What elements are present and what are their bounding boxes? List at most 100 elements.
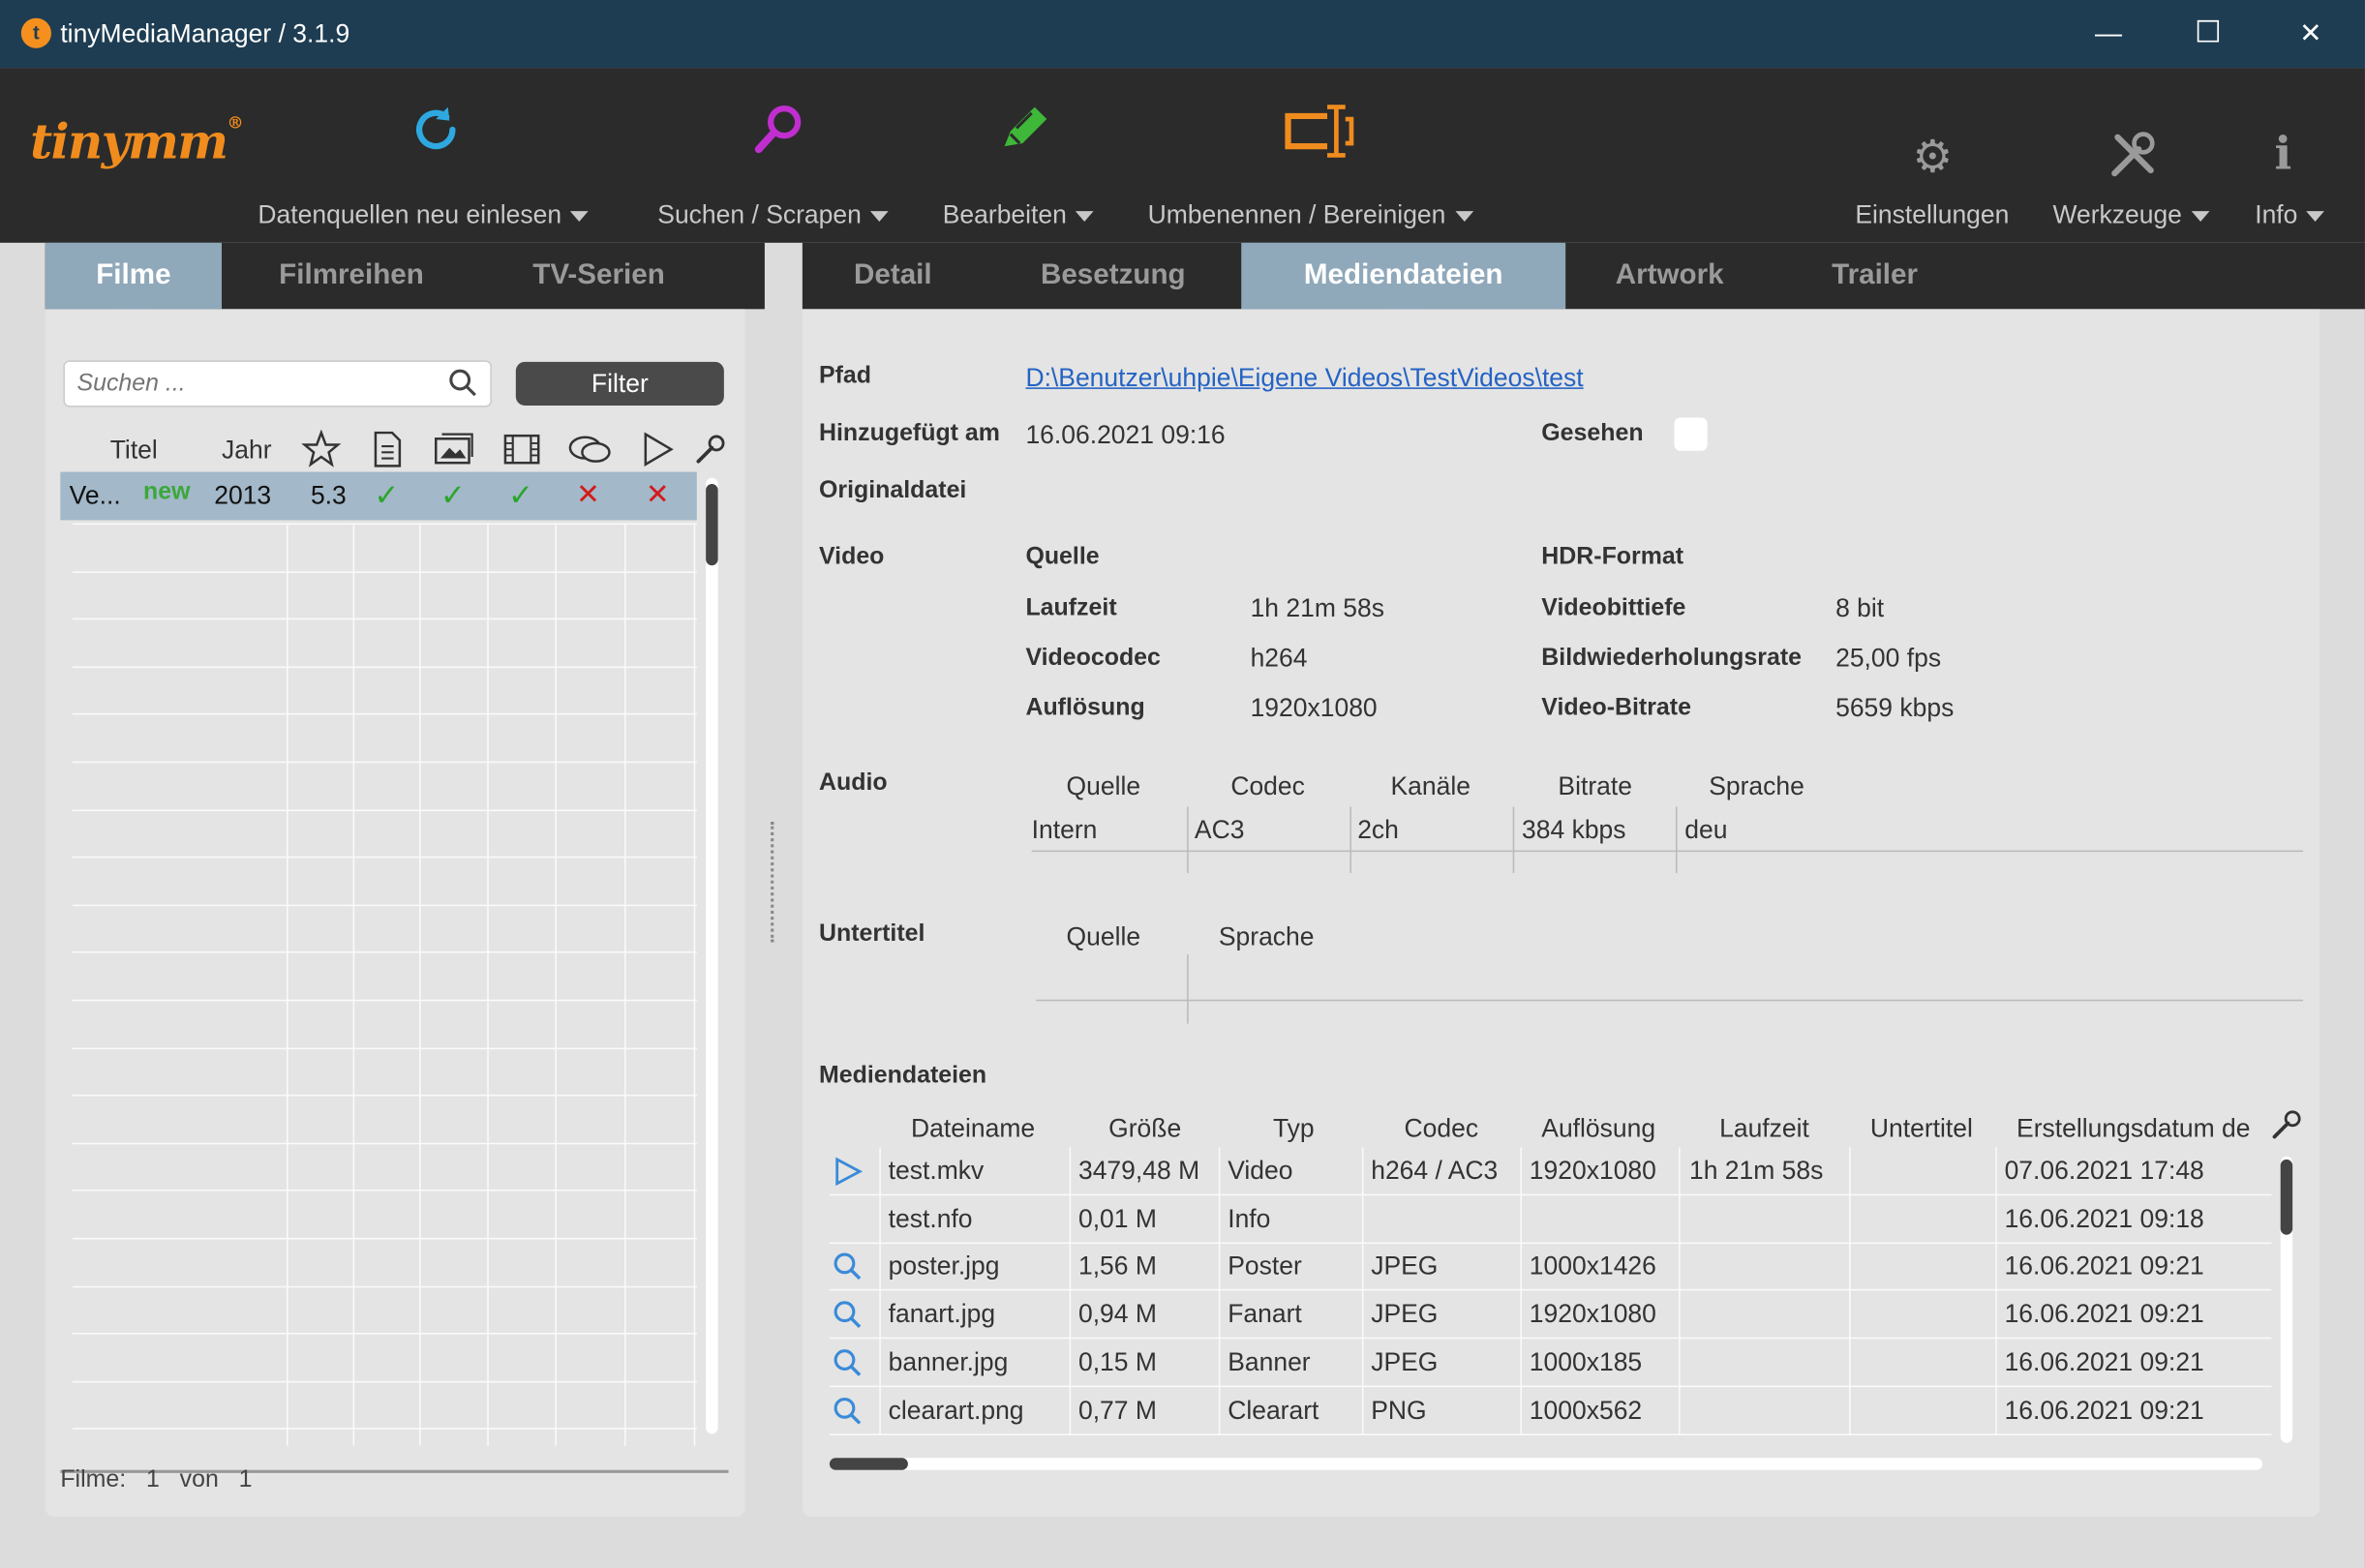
mf-filename-cell: clearart.png bbox=[888, 1395, 1024, 1425]
table-row[interactable]: poster.jpg 1,56 M Poster JPEG 1000x1426 16.06… bbox=[829, 1243, 2272, 1291]
mediafiles-hscrollbar[interactable] bbox=[829, 1458, 2263, 1470]
grid-row-line bbox=[72, 523, 697, 526]
tab-mediafiles[interactable]: Mediendateien bbox=[1241, 242, 1566, 329]
tab-movie-sets[interactable]: Filmreihen bbox=[246, 243, 457, 310]
wrench-icon[interactable] bbox=[694, 433, 727, 475]
wrench-icon[interactable] bbox=[2270, 1108, 2303, 1149]
table-row[interactable]: fanart.jpg 0,94 M Fanart JPEG 1920x1080 16.06… bbox=[829, 1290, 2272, 1340]
path-link[interactable]: D:\Benutzer\uhpie\Eigene Videos\TestVide… bbox=[1025, 363, 1583, 393]
watched-checkbox[interactable] bbox=[1674, 417, 1708, 451]
edit-icon[interactable] bbox=[995, 101, 1052, 170]
maximize-button[interactable]: ☐ bbox=[2173, 12, 2243, 54]
bitdepth-value: 8 bit bbox=[1835, 593, 1885, 623]
grid-column-line bbox=[1361, 1243, 1364, 1291]
audio-header-codec[interactable]: Codec bbox=[1230, 772, 1305, 802]
table-row[interactable]: clearart.png 0,77 M Clearart PNG 1000x562 16.… bbox=[829, 1386, 2272, 1435]
grid-column-line bbox=[1361, 1338, 1364, 1387]
audio-label: Audio bbox=[818, 769, 888, 797]
mf-header-creation-date[interactable]: Erstellungsdatum de bbox=[2016, 1114, 2250, 1144]
update-sources-button[interactable]: Datenquellen neu einlesen bbox=[258, 200, 590, 230]
mf-type-cell: Fanart bbox=[1228, 1299, 1302, 1329]
nfo-file-icon[interactable] bbox=[371, 430, 404, 472]
search-icon[interactable] bbox=[833, 1251, 863, 1291]
grid-column-line bbox=[1218, 1386, 1221, 1435]
search-icon[interactable] bbox=[833, 1396, 863, 1435]
resolution-label: Auflösung bbox=[1025, 695, 1145, 721]
info-button[interactable]: Info bbox=[2255, 200, 2325, 230]
info-icon[interactable]: i bbox=[2274, 128, 2291, 181]
star-icon[interactable] bbox=[301, 429, 342, 472]
mf-header-subtitles[interactable]: Untertitel bbox=[1870, 1114, 1973, 1144]
edit-button[interactable]: Bearbeiten bbox=[943, 200, 1094, 230]
scrollbar-thumb[interactable] bbox=[829, 1458, 908, 1470]
scrollbar-thumb[interactable] bbox=[706, 484, 718, 566]
mf-filename-cell: poster.jpg bbox=[888, 1251, 1000, 1282]
chevron-down-icon bbox=[1076, 211, 1094, 223]
play-icon[interactable] bbox=[640, 430, 676, 472]
grid-column-line bbox=[1069, 1194, 1072, 1244]
search-scrape-icon[interactable] bbox=[751, 101, 808, 170]
mf-header-runtime[interactable]: Laufzeit bbox=[1719, 1114, 1809, 1144]
table-row[interactable]: banner.jpg 0,15 M Banner JPEG 1000x185 16.06.… bbox=[829, 1338, 2272, 1387]
subtitle-icon[interactable] bbox=[567, 433, 613, 475]
mf-header-codec[interactable]: Codec bbox=[1404, 1114, 1478, 1144]
close-button[interactable]: ✕ bbox=[2276, 12, 2346, 54]
grid-column-line bbox=[352, 523, 355, 1446]
mf-filename-cell: fanart.jpg bbox=[888, 1299, 996, 1329]
search-input[interactable] bbox=[76, 361, 440, 407]
tab-detail[interactable]: Detail bbox=[827, 243, 959, 310]
tab-trailer[interactable]: Trailer bbox=[1806, 243, 1942, 310]
refresh-icon[interactable] bbox=[408, 101, 465, 170]
mf-size-cell: 0,94 M bbox=[1077, 1299, 1157, 1329]
window-title: tinyMediaManager / 3.1.9 bbox=[60, 19, 350, 48]
scrollbar-thumb[interactable] bbox=[2280, 1159, 2293, 1235]
tools-icon[interactable] bbox=[2108, 132, 2157, 192]
image-icon[interactable] bbox=[433, 433, 475, 475]
film-strip-icon[interactable] bbox=[502, 433, 542, 475]
mediafiles-vscrollbar[interactable] bbox=[2280, 1156, 2293, 1443]
filter-button[interactable]: Filter bbox=[515, 361, 724, 407]
play-icon[interactable] bbox=[833, 1157, 864, 1196]
tools-button[interactable]: Werkzeuge bbox=[2052, 200, 2209, 230]
audio-header-channels[interactable]: Kanäle bbox=[1390, 772, 1470, 802]
mf-header-filename[interactable]: Dateiname bbox=[911, 1114, 1035, 1144]
tab-tv-shows[interactable]: TV-Serien bbox=[498, 243, 700, 310]
audio-header-source[interactable]: Quelle bbox=[1067, 772, 1141, 802]
audio-header-language[interactable]: Sprache bbox=[1709, 772, 1804, 802]
gear-icon[interactable]: ⚙ bbox=[1913, 132, 1954, 185]
settings-button[interactable]: Einstellungen bbox=[1855, 200, 2009, 230]
movie-list-scrollbar[interactable] bbox=[706, 477, 718, 1434]
subtitle-header-source[interactable]: Quelle bbox=[1067, 922, 1141, 952]
grid-column-line bbox=[1218, 1338, 1221, 1387]
grid-column-line bbox=[1849, 1194, 1851, 1244]
mf-type-cell: Info bbox=[1228, 1204, 1271, 1233]
table-row[interactable]: test.mkv 3479,48 M Video h264 / AC3 1920x108… bbox=[829, 1147, 2272, 1196]
grid-column-line bbox=[1679, 1243, 1681, 1291]
tab-artwork[interactable]: Artwork bbox=[1594, 243, 1745, 310]
mf-size-cell: 0,15 M bbox=[1077, 1347, 1157, 1376]
search-icon[interactable] bbox=[448, 368, 478, 398]
mf-header-resolution[interactable]: Auflösung bbox=[1541, 1114, 1655, 1144]
mf-header-type[interactable]: Typ bbox=[1273, 1114, 1315, 1144]
path-label: Pfad bbox=[818, 363, 872, 389]
subtitle-header-language[interactable]: Sprache bbox=[1219, 922, 1315, 952]
audio-header-bitrate[interactable]: Bitrate bbox=[1558, 772, 1632, 802]
grid-column-line bbox=[1995, 1386, 1997, 1435]
table-row[interactable]: test.nfo 0,01 M Info 16.06.2021 09:18 bbox=[829, 1194, 2272, 1244]
movie-table-grid bbox=[72, 523, 697, 1446]
search-icon[interactable] bbox=[833, 1300, 863, 1340]
mf-filename-cell: test.mkv bbox=[888, 1156, 985, 1186]
rename-cleanup-button[interactable]: Umbenennen / Bereinigen bbox=[1148, 200, 1473, 230]
audio-source-cell: Intern bbox=[1031, 815, 1098, 845]
search-scrape-button[interactable]: Suchen / Scrapen bbox=[657, 200, 889, 230]
table-row[interactable]: Ve... new 2013 5.3 ✓ ✓ ✓ ✕ ✕ bbox=[60, 471, 697, 521]
rename-icon[interactable] bbox=[1282, 104, 1357, 173]
tab-movies[interactable]: Filme bbox=[45, 242, 223, 329]
tab-cast[interactable]: Besetzung bbox=[1014, 243, 1213, 310]
search-field[interactable] bbox=[63, 360, 492, 407]
panel-splitter[interactable] bbox=[771, 821, 776, 943]
minimize-button[interactable]: — bbox=[2074, 12, 2143, 54]
mf-type-cell: Poster bbox=[1228, 1251, 1302, 1282]
search-icon[interactable] bbox=[833, 1347, 863, 1387]
mf-header-size[interactable]: Größe bbox=[1108, 1114, 1181, 1144]
